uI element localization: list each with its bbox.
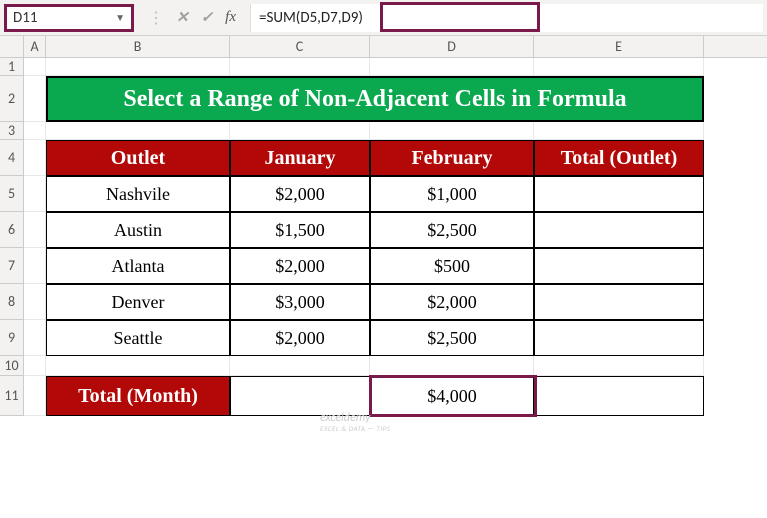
row-header[interactable]: 8	[0, 284, 24, 320]
table-row: 9 Seattle $2,000 $2,500	[0, 320, 767, 356]
row-4: 4 Outlet January February Total (Outlet)	[0, 140, 767, 176]
cancel-icon[interactable]: ✕	[176, 8, 189, 27]
row-header[interactable]: 3	[0, 122, 24, 140]
cell-total[interactable]	[534, 248, 704, 284]
col-header-b[interactable]: B	[46, 36, 230, 57]
cell-jan[interactable]: $2,000	[230, 176, 370, 212]
header-february[interactable]: February	[370, 140, 534, 176]
cell-feb[interactable]: $500	[370, 248, 534, 284]
table-row: 6 Austin $1,500 $2,500	[0, 212, 767, 248]
table-row: 5 Nashvile $2,000 $1,000	[0, 176, 767, 212]
row-header[interactable]: 4	[0, 140, 24, 176]
dropdown-icon[interactable]: ▼	[115, 11, 125, 24]
header-total-outlet[interactable]: Total (Outlet)	[534, 140, 704, 176]
cell-jan[interactable]: $2,000	[230, 248, 370, 284]
name-box-value: D11	[13, 9, 37, 27]
cell[interactable]	[370, 58, 534, 76]
cell-jan[interactable]: $2,000	[230, 320, 370, 356]
cell[interactable]	[46, 58, 230, 76]
row-header[interactable]: 11	[0, 376, 24, 416]
cell-total[interactable]	[534, 176, 704, 212]
cell[interactable]	[24, 284, 46, 320]
row-header[interactable]: 2	[0, 76, 24, 122]
cell-total[interactable]	[534, 320, 704, 356]
cell[interactable]	[24, 376, 46, 416]
spreadsheet-grid: A B C D E 1 2 Select a Range of Non-Adja…	[0, 36, 767, 416]
row-header[interactable]: 6	[0, 212, 24, 248]
cell[interactable]	[534, 122, 704, 140]
cell[interactable]	[24, 140, 46, 176]
cell-feb[interactable]: $2,500	[370, 212, 534, 248]
select-all-corner[interactable]	[0, 36, 24, 57]
cell-outlet[interactable]: Seattle	[46, 320, 230, 356]
column-headers: A B C D E	[0, 36, 767, 58]
cell[interactable]	[46, 356, 230, 376]
confirm-icon[interactable]: ✓	[201, 8, 214, 27]
row-header[interactable]: 7	[0, 248, 24, 284]
row-header[interactable]: 5	[0, 176, 24, 212]
cell[interactable]	[370, 356, 534, 376]
total-month-c[interactable]	[230, 376, 370, 416]
fx-icon[interactable]: fx	[225, 9, 236, 26]
row-2: 2 Select a Range of Non-Adjacent Cells i…	[0, 76, 767, 122]
header-january[interactable]: January	[230, 140, 370, 176]
row-10: 10	[0, 356, 767, 376]
cell-outlet[interactable]: Nashvile	[46, 176, 230, 212]
name-box[interactable]: D11 ▼	[4, 4, 134, 32]
formula-bar-controls: ⋮ ✕ ✓ fx	[134, 8, 250, 28]
cell[interactable]	[24, 356, 46, 376]
cell-outlet[interactable]: Austin	[46, 212, 230, 248]
cell[interactable]	[24, 248, 46, 284]
cell[interactable]	[46, 122, 230, 140]
cell[interactable]	[534, 356, 704, 376]
table-row: 8 Denver $3,000 $2,000	[0, 284, 767, 320]
row-header[interactable]: 9	[0, 320, 24, 356]
cell-feb[interactable]: $2,500	[370, 320, 534, 356]
header-outlet[interactable]: Outlet	[46, 140, 230, 176]
cell-total[interactable]	[534, 212, 704, 248]
title-merged-cell[interactable]: Select a Range of Non-Adjacent Cells in …	[46, 76, 704, 122]
formula-bar: D11 ▼ ⋮ ✕ ✓ fx =SUM(D5,D7,D9)	[0, 0, 767, 36]
total-month-d[interactable]: $4,000	[370, 376, 534, 416]
col-header-a[interactable]: A	[24, 36, 46, 57]
cell[interactable]	[24, 122, 46, 140]
cell[interactable]	[24, 212, 46, 248]
cell[interactable]	[24, 76, 46, 122]
row-header[interactable]: 1	[0, 58, 24, 76]
cell[interactable]	[230, 122, 370, 140]
cell[interactable]	[24, 176, 46, 212]
cell-feb[interactable]: $2,000	[370, 284, 534, 320]
cell[interactable]	[24, 58, 46, 76]
formula-input[interactable]: =SUM(D5,D7,D9)	[250, 4, 763, 32]
row-11: 11 Total (Month) $4,000	[0, 376, 767, 416]
cell[interactable]	[534, 58, 704, 76]
cell-outlet[interactable]: Atlanta	[46, 248, 230, 284]
table-row: 7 Atlanta $2,000 $500	[0, 248, 767, 284]
cell-total[interactable]	[534, 284, 704, 320]
cell-feb[interactable]: $1,000	[370, 176, 534, 212]
cell[interactable]	[24, 320, 46, 356]
col-header-e[interactable]: E	[534, 36, 704, 57]
cell-jan[interactable]: $1,500	[230, 212, 370, 248]
watermark-sub: EXCEL & DATA — TIPS	[320, 425, 390, 433]
cell[interactable]	[370, 122, 534, 140]
vertical-grip-icon: ⋮	[148, 8, 164, 28]
cell-outlet[interactable]: Denver	[46, 284, 230, 320]
formula-text: =SUM(D5,D7,D9)	[259, 9, 363, 27]
cell-jan[interactable]: $3,000	[230, 284, 370, 320]
row-3: 3	[0, 122, 767, 140]
row-1: 1	[0, 58, 767, 76]
cell[interactable]	[230, 58, 370, 76]
total-month-label[interactable]: Total (Month)	[46, 376, 230, 416]
total-month-e[interactable]	[534, 376, 704, 416]
col-header-c[interactable]: C	[230, 36, 370, 57]
cell[interactable]	[230, 356, 370, 376]
col-header-d[interactable]: D	[370, 36, 534, 57]
row-header[interactable]: 10	[0, 356, 24, 376]
